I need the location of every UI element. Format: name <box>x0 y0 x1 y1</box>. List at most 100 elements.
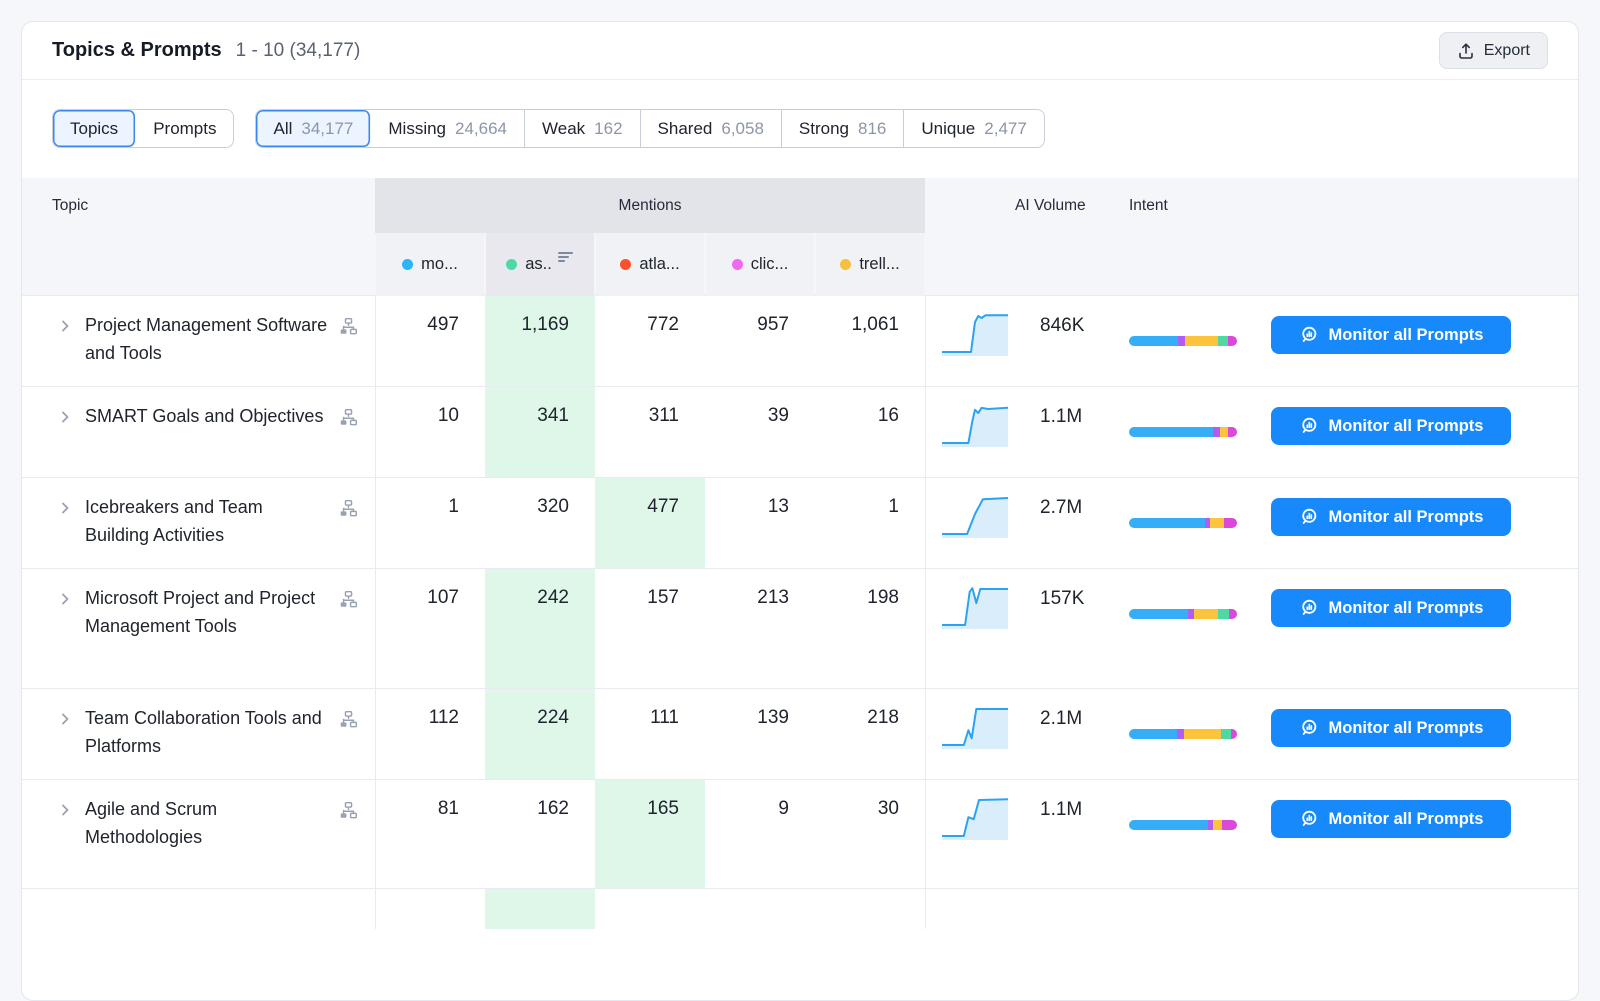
competitor-dot-icon <box>732 259 743 270</box>
monitor-all-prompts-button[interactable]: Monitor all Prompts <box>1271 800 1511 838</box>
topic-name[interactable]: Team Collaboration Tools and Platforms <box>85 704 329 760</box>
competitor-dot-icon <box>840 259 851 270</box>
intent-distribution-bar <box>1129 820 1237 830</box>
ai-volume-cell: 2.1M <box>925 689 1121 779</box>
trend-sparkline <box>942 583 1008 629</box>
competitor-name: mo... <box>421 255 458 274</box>
filter-label: Missing <box>388 119 446 139</box>
monitor-icon <box>1299 325 1319 345</box>
expand-chevron-icon[interactable] <box>58 712 72 731</box>
filter-bar: Topics Prompts All34,177 Missing 24,664 Weak… <box>52 109 1045 148</box>
sitemap-icon[interactable] <box>339 710 358 734</box>
export-label: Export <box>1484 42 1530 60</box>
panel-header: Topics & Prompts 1 - 10 (34,177) Export <box>22 22 1578 80</box>
sitemap-icon[interactable] <box>339 408 358 432</box>
mentions-column-header-5[interactable]: trell... <box>816 233 924 296</box>
topic-cell: Microsoft Project and Project Management… <box>22 569 375 688</box>
filter-missing[interactable]: Missing 24,664 <box>371 110 525 147</box>
mention-count-cell: 477 <box>595 478 705 568</box>
competitor-name: atla... <box>639 255 679 274</box>
action-cell: Monitor all Prompts <box>1271 387 1578 477</box>
filter-unique[interactable]: Unique2,477 <box>904 110 1043 147</box>
monitor-all-prompts-button[interactable]: Monitor all Prompts <box>1271 589 1511 627</box>
mention-count-cell: 112 <box>375 689 485 779</box>
filter-count: 816 <box>858 119 886 139</box>
expand-chevron-icon[interactable] <box>58 592 72 611</box>
intent-distribution-bar <box>1129 609 1237 619</box>
intent-cell <box>1121 569 1271 688</box>
filter-strong[interactable]: Strong816 <box>782 110 904 147</box>
topic-name[interactable]: SMART Goals and Objectives <box>85 402 329 430</box>
filter-weak[interactable]: Weak162 <box>525 110 641 147</box>
mentions-column-header-3[interactable]: atla... <box>596 233 704 296</box>
mentions-column-header-4[interactable]: clic... <box>706 233 814 296</box>
column-header-intent: Intent <box>1129 197 1168 215</box>
intent-segment-yellow <box>1213 820 1222 830</box>
intent-segment-yellow <box>1194 609 1218 619</box>
monitor-all-prompts-button[interactable]: Monitor all Prompts <box>1271 316 1511 354</box>
topic-cell: Agile and Scrum Methodologies <box>22 780 375 888</box>
table-row: Team Collaboration Tools and Platforms 11… <box>22 689 1578 780</box>
sitemap-icon[interactable] <box>339 317 358 341</box>
mention-count-cell: 165 <box>595 780 705 888</box>
mention-count-cell: 311 <box>595 387 705 477</box>
intent-segment-purple <box>1178 336 1186 346</box>
mentions-column-header-2[interactable]: as.. <box>486 233 594 296</box>
trend-sparkline <box>942 401 1008 447</box>
filter-all[interactable]: All34,177 <box>256 110 371 147</box>
intent-segment-yellow <box>1185 336 1217 346</box>
monitor-button-label: Monitor all Prompts <box>1329 508 1484 527</box>
monitor-all-prompts-button[interactable]: Monitor all Prompts <box>1271 709 1511 747</box>
intent-segment-yellow <box>1210 518 1224 528</box>
monitor-all-prompts-button[interactable]: Monitor all Prompts <box>1271 407 1511 445</box>
mention-count-cell: 242 <box>485 569 595 688</box>
topic-cell: Icebreakers and Team Building Activities <box>22 478 375 568</box>
trend-sparkline <box>942 492 1008 538</box>
monitor-icon <box>1299 718 1319 738</box>
topic-name[interactable]: Agile and Scrum Methodologies <box>85 795 329 851</box>
ai-volume-cell: 846K <box>925 296 1121 386</box>
mention-count-cell: 1,061 <box>815 296 925 386</box>
mention-count-cell: 13 <box>705 478 815 568</box>
view-toggle-prompts[interactable]: Prompts <box>136 110 233 147</box>
topic-name[interactable]: Microsoft Project and Project Management… <box>85 584 329 640</box>
sitemap-icon[interactable] <box>339 499 358 523</box>
expand-chevron-icon[interactable] <box>58 319 72 338</box>
monitor-all-prompts-button[interactable]: Monitor all Prompts <box>1271 498 1511 536</box>
competitor-dot-icon <box>620 259 631 270</box>
sitemap-icon[interactable] <box>339 590 358 614</box>
export-button[interactable]: Export <box>1439 32 1548 69</box>
expand-chevron-icon[interactable] <box>58 410 72 429</box>
intent-segment-blue <box>1129 336 1178 346</box>
expand-chevron-icon[interactable] <box>58 803 72 822</box>
view-toggle-label: Prompts <box>153 119 216 139</box>
table-body: Project Management Software and Tools497… <box>22 296 1578 929</box>
table-row: Icebreakers and Team Building Activities… <box>22 478 1578 569</box>
monitor-icon <box>1299 507 1319 527</box>
intent-segment-blue <box>1129 609 1188 619</box>
column-header-ai-volume: AI Volume <box>1015 197 1086 215</box>
ai-volume-cell: 157K <box>925 569 1121 688</box>
monitor-icon <box>1299 809 1319 829</box>
intent-distribution-bar <box>1129 336 1237 346</box>
mention-count-cell: 341 <box>485 387 595 477</box>
topic-name[interactable]: Icebreakers and Team Building Activities <box>85 493 329 549</box>
mentions-column-header-1[interactable]: mo... <box>376 233 484 296</box>
filter-count: 24,664 <box>455 119 507 139</box>
topic-cell: Project Management Software and Tools <box>22 296 375 386</box>
mention-count-cell: 107 <box>375 569 485 688</box>
expand-chevron-icon[interactable] <box>58 501 72 520</box>
table-header: Topic Mentions AI Volume Intent mo...as.… <box>22 178 1578 296</box>
competitor-name: as.. <box>525 255 552 274</box>
monitor-button-label: Monitor all Prompts <box>1329 326 1484 345</box>
monitor-button-label: Monitor all Prompts <box>1329 599 1484 618</box>
sort-descending-icon <box>558 249 574 268</box>
sitemap-icon[interactable] <box>339 801 358 825</box>
competitor-dot-icon <box>402 259 413 270</box>
view-toggle-topics[interactable]: Topics <box>53 110 136 147</box>
ai-volume-cell: 2.7M <box>925 478 1121 568</box>
filter-shared[interactable]: Shared6,058 <box>641 110 782 147</box>
topic-name[interactable]: Project Management Software and Tools <box>85 311 329 367</box>
status-filters: All34,177 Missing 24,664 Weak162Shared6,058… <box>255 109 1044 148</box>
intent-segment-yellow <box>1184 729 1221 739</box>
